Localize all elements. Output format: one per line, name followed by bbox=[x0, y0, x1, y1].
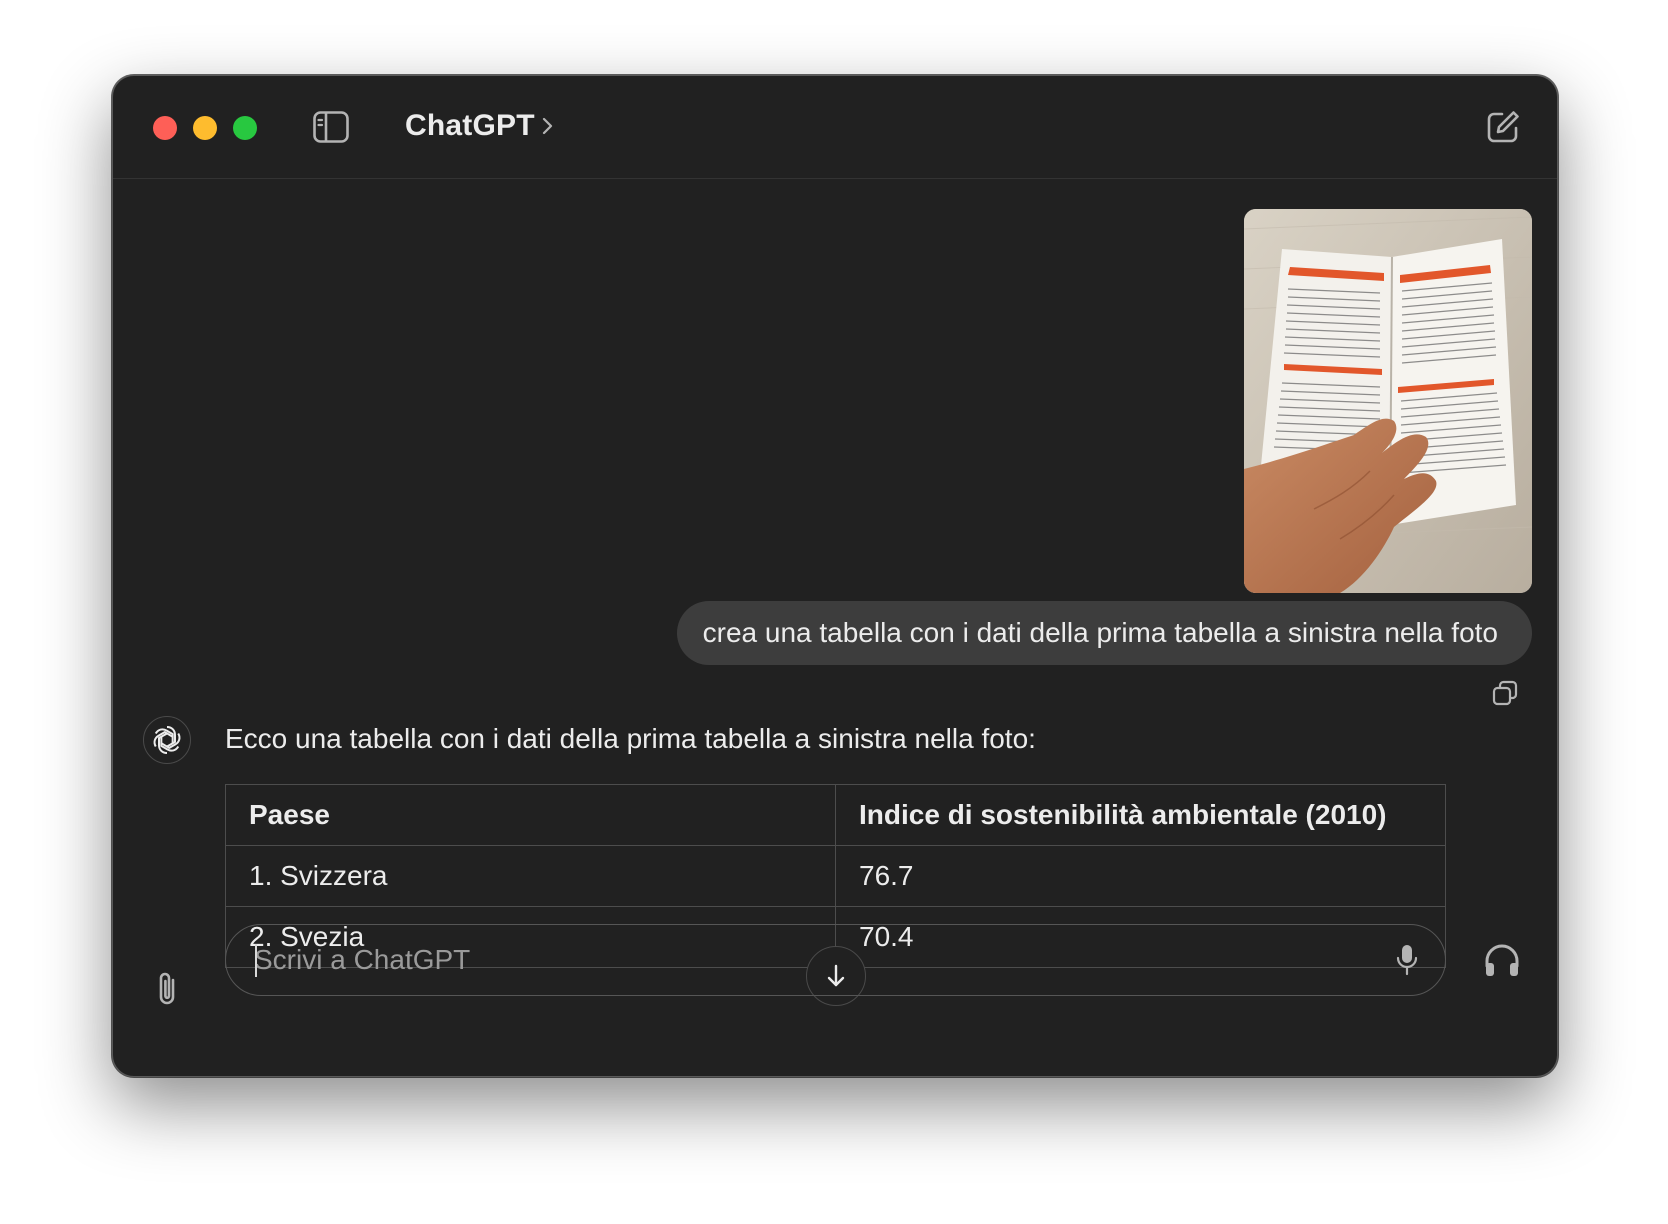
table-cell: 76.7 bbox=[835, 845, 1446, 907]
table-header-cell: Paese bbox=[225, 784, 836, 846]
message-input[interactable] bbox=[254, 925, 1314, 995]
headphones-icon bbox=[1485, 944, 1519, 976]
close-window-button[interactable] bbox=[153, 116, 177, 140]
message-input-box[interactable] bbox=[225, 924, 1446, 996]
voice-mode-button[interactable] bbox=[1483, 942, 1521, 978]
copy-icon bbox=[1492, 680, 1518, 706]
chevron-right-icon bbox=[542, 117, 552, 135]
dictate-button[interactable] bbox=[1395, 943, 1419, 977]
microphone-icon bbox=[1396, 945, 1418, 976]
user-message-bubble: crea una tabella con i dati della prima … bbox=[676, 601, 1532, 665]
sidebar-toggle-icon bbox=[313, 111, 349, 143]
title-bar: ChatGPT bbox=[113, 76, 1557, 179]
new-chat-button[interactable] bbox=[1485, 109, 1521, 145]
table-row: 1. Svizzera 76.7 bbox=[225, 845, 1446, 907]
assistant-avatar bbox=[143, 716, 191, 764]
table-header-cell: Indice di sostenibilità ambientale (2010… bbox=[835, 784, 1446, 846]
model-selector[interactable]: ChatGPT bbox=[405, 106, 555, 146]
assistant-message-text: Ecco una tabella con i dati della prima … bbox=[225, 723, 1036, 754]
compose-icon bbox=[1487, 111, 1519, 143]
openai-logo-icon bbox=[153, 726, 181, 754]
text-caret bbox=[255, 944, 257, 977]
chatgpt-window: ChatGPT crea una tabella con i dati dell… bbox=[112, 75, 1558, 1077]
conversation-area[interactable]: crea una tabella con i dati della prima … bbox=[113, 179, 1557, 1016]
app-title: ChatGPT bbox=[405, 109, 535, 142]
minimize-window-button[interactable] bbox=[193, 116, 217, 140]
copy-message-button[interactable] bbox=[1491, 679, 1519, 707]
paperclip-icon bbox=[159, 972, 175, 1005]
attach-button[interactable] bbox=[151, 969, 185, 1009]
zoom-window-button[interactable] bbox=[233, 116, 257, 140]
book-photo bbox=[1244, 209, 1532, 593]
table-header-row: Paese Indice di sostenibilità ambientale… bbox=[225, 784, 1446, 846]
table-cell: 1. Svizzera bbox=[225, 845, 836, 907]
sidebar-toggle-button[interactable] bbox=[313, 111, 349, 143]
user-image-attachment[interactable] bbox=[1244, 209, 1532, 593]
